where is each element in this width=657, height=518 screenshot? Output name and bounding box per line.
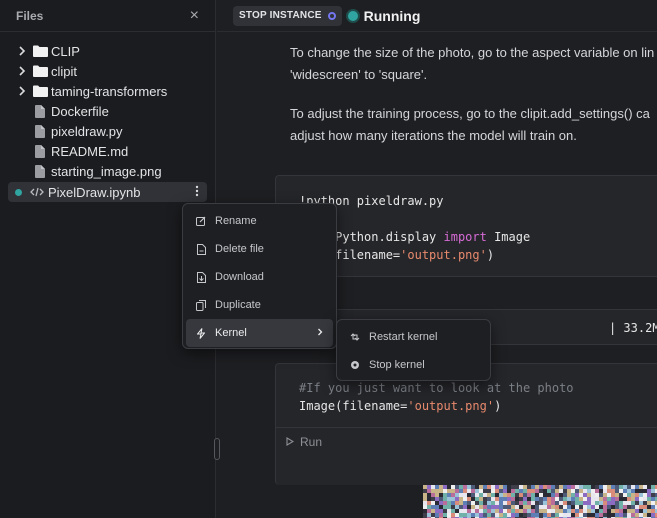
tree-file-dockerfile[interactable]: Dockerfile [0, 101, 215, 121]
instance-status: Running [347, 7, 421, 24]
more-vertical-icon[interactable] [195, 185, 199, 200]
output-text: | 33.2M/2 [608, 321, 657, 335]
menu-item-label: Delete file [215, 243, 264, 255]
code-string: 'output.png' [400, 248, 487, 262]
file-minus-icon [195, 243, 207, 255]
tree-folder-clipit[interactable]: clipit [0, 61, 215, 81]
cell-divider [276, 427, 657, 428]
notebook-topbar: STOP INSTANCE Running [217, 0, 657, 32]
tree-item-label: Dockerfile [51, 103, 109, 119]
code-string: 'output.png' [407, 399, 495, 413]
tree-folder-clip[interactable]: CLIP [0, 41, 215, 61]
status-dot-icon [347, 10, 358, 21]
tree-file-pixeldraw-py[interactable]: pixeldraw.py [0, 121, 215, 141]
menu-item-label: Stop kernel [369, 359, 425, 371]
chevron-right-icon[interactable] [16, 46, 28, 56]
menu-item-label: Download [215, 271, 264, 283]
tree-item-label: README.md [51, 143, 129, 159]
code-text: Image [486, 230, 531, 244]
tree-folder-taming-transformers[interactable]: taming-transformers [0, 81, 215, 101]
markdown-text: 'widescreen' to 'square'. [290, 67, 428, 82]
code-text: ) [494, 399, 502, 413]
stop-icon [349, 360, 361, 370]
kernel-submenu: Restart kernel Stop kernel [336, 319, 491, 381]
tree-file-starting-image[interactable]: starting_image.png [0, 161, 215, 181]
code-text: IPython.display [327, 230, 444, 244]
running-dot-icon [15, 188, 22, 196]
edit-icon [195, 216, 207, 226]
markdown-text: To change the size of the photo, go to t… [290, 45, 655, 60]
tree-item-label: taming-transformers [51, 83, 168, 99]
run-label: Run [300, 435, 323, 449]
menu-item-stop-kernel[interactable]: Stop kernel [340, 351, 487, 379]
play-icon [286, 435, 295, 449]
bolt-icon [195, 327, 207, 339]
folder-icon [32, 45, 48, 57]
tree-file-readme[interactable]: README.md [0, 141, 215, 161]
markdown-text: To adjust the training process, go to th… [290, 106, 650, 121]
code-text: Image(filename= [299, 399, 408, 413]
stop-instance-button[interactable]: STOP INSTANCE [233, 5, 342, 26]
menu-item-duplicate[interactable]: Duplicate [186, 291, 333, 319]
file-icon [32, 164, 48, 178]
status-label: Running [363, 7, 421, 24]
file-tree: CLIP clipit taming-transformers Dockerfi… [0, 32, 215, 202]
tree-item-label: clipit [51, 63, 78, 79]
output-image [423, 485, 657, 518]
close-icon[interactable]: × [190, 7, 199, 24]
copy-icon [195, 299, 207, 311]
tree-item-label: pixeldraw.py [51, 123, 123, 139]
run-button[interactable]: Run [286, 435, 322, 449]
sidebar-header: Files × [0, 0, 215, 32]
menu-item-label: Restart kernel [369, 331, 438, 343]
tree-file-pixeldraw-ipynb[interactable]: PixelDraw.ipynb [8, 182, 207, 202]
menu-item-download[interactable]: Download [186, 263, 333, 291]
code-icon [29, 187, 45, 197]
code-comment: #If you just want to look at the photo [299, 381, 574, 395]
menu-item-label: Duplicate [215, 299, 261, 311]
menu-item-label: Rename [215, 215, 257, 227]
file-icon [32, 144, 48, 158]
file-context-menu: Rename Delete file Download Duplicate Ke… [182, 203, 337, 349]
code-keyword: import [443, 230, 487, 244]
folder-icon [32, 85, 48, 97]
chevron-right-icon[interactable] [16, 86, 28, 96]
file-icon [32, 124, 48, 138]
stop-circle-icon [327, 11, 336, 20]
file-icon [32, 104, 48, 118]
code-cell-2[interactable]: #If you just want to look at the photo I… [275, 363, 657, 485]
sidebar-resize-handle[interactable] [214, 438, 220, 460]
code-line: Image(filename='output.png') [299, 397, 501, 415]
markdown-text: adjust how many iterations the model wil… [290, 128, 577, 143]
chevron-right-icon [317, 327, 323, 339]
code-text: (filename= [327, 248, 401, 262]
restart-icon [349, 332, 361, 342]
menu-item-kernel[interactable]: Kernel [186, 319, 333, 347]
stop-instance-label: STOP INSTANCE [239, 10, 322, 21]
download-icon [195, 271, 207, 283]
tree-item-label: starting_image.png [51, 163, 162, 179]
chevron-right-icon[interactable] [16, 66, 28, 76]
tree-item-label: CLIP [51, 43, 80, 59]
menu-item-restart-kernel[interactable]: Restart kernel [340, 323, 487, 351]
menu-item-delete-file[interactable]: Delete file [186, 235, 333, 263]
sidebar-title: Files [16, 8, 44, 23]
menu-item-label: Kernel [215, 327, 247, 339]
menu-item-rename[interactable]: Rename [186, 207, 333, 235]
folder-icon [32, 65, 48, 77]
code-text: ) [486, 248, 495, 262]
tree-item-label: PixelDraw.ipynb [48, 184, 141, 200]
